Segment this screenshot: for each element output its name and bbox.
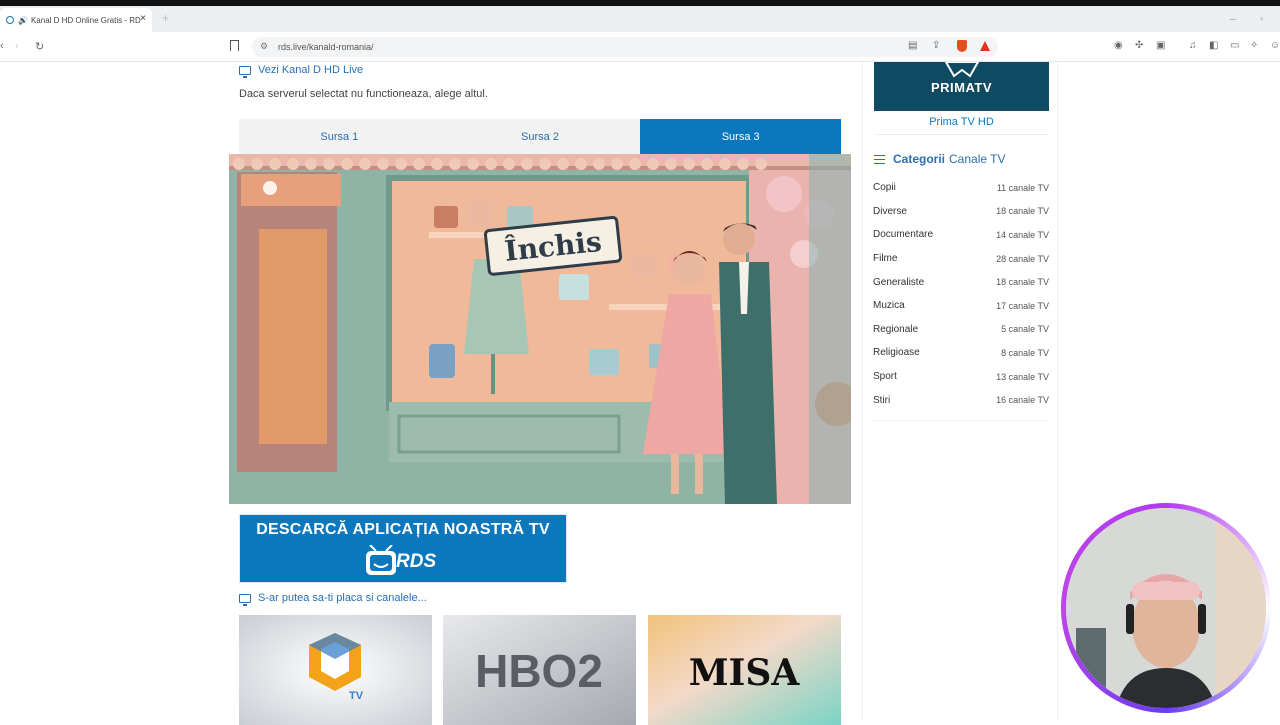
suggestions-heading-text: S-ar putea sa-ti placa si canalele... (258, 592, 427, 604)
prima-tv-featured[interactable]: PRIMATV (874, 62, 1049, 111)
category-count: 17 canale TV (996, 300, 1049, 311)
download-app-banner[interactable]: DESCARCĂ APLICAȚIA NOASTRĂ TV RDS (239, 514, 567, 583)
source-tab-3[interactable]: Sursa 3 (640, 119, 842, 154)
category-item[interactable]: Documentare 14 canale TV (873, 223, 1049, 247)
category-count: 13 canale TV (996, 371, 1049, 382)
categories-heading-light: Canale TV (949, 152, 1006, 166)
category-name[interactable]: Copii (873, 182, 896, 193)
source-tab-2[interactable]: Sursa 2 (440, 119, 641, 154)
category-name[interactable]: Religioase (873, 347, 920, 358)
divider (874, 134, 1049, 135)
category-name[interactable]: Regionale (873, 324, 918, 335)
monitor-icon (239, 65, 251, 78)
prima-tv-caption[interactable]: Prima TV HD (874, 116, 1049, 128)
forward-icon[interactable]: › (15, 40, 19, 52)
channel-thumb-misa[interactable]: MISA (648, 615, 841, 725)
category-item[interactable]: Religioase 8 canale TV (873, 341, 1049, 365)
extension-icon[interactable]: ◉ (1114, 40, 1123, 51)
divider (874, 420, 1049, 421)
category-item[interactable]: Muzica 17 canale TV (873, 294, 1049, 318)
u-tv-label: TV (349, 690, 364, 702)
live-heading-text: Vezi Kanal D HD Live (258, 64, 364, 76)
reload-icon[interactable]: ↻ (35, 40, 44, 53)
categories-heading-bold: Categorii (893, 152, 946, 166)
reader-mode-icon[interactable]: ▤ (908, 40, 917, 51)
video-frame: Închis (229, 154, 851, 504)
webcam-overlay (1061, 503, 1271, 713)
category-name[interactable]: Sport (873, 371, 897, 382)
category-item[interactable]: Generaliste 18 canale TV (873, 270, 1049, 294)
source-tabs: Sursa 1 Sursa 2 Sursa 3 (239, 119, 842, 154)
leo-ai-icon[interactable]: ✧ (1250, 40, 1258, 51)
misa-label: MISA (689, 652, 801, 694)
channel-thumb-u-tv[interactable]: TV (239, 615, 432, 725)
music-icon[interactable]: ♫ (1189, 40, 1197, 51)
rds-brand: RDS (396, 551, 437, 572)
brave-rewards-icon[interactable] (980, 41, 990, 51)
categories-heading: Categorii Canale TV (874, 152, 1006, 166)
favicon-icon (6, 16, 14, 24)
browser-toolbar: ‹ › ↻ ⚙ rds.live/kanald-romania/ ▤ ⇪ ◉ ✣… (0, 32, 1280, 62)
close-tab-icon[interactable]: × (140, 13, 146, 24)
category-name[interactable]: Stiri (873, 395, 890, 406)
category-count: 18 canale TV (996, 206, 1049, 217)
browser-tab[interactable]: 🔊 Kanal D HD Online Gratis - RD × (0, 8, 152, 32)
video-player[interactable]: Închis (229, 154, 851, 504)
suggestions-heading: S-ar putea sa-ti placa si canalele... (239, 592, 427, 606)
hbo2-logo: HBO2 (443, 615, 636, 725)
streamer-figure (1066, 508, 1266, 708)
puzzle-icon[interactable]: ✣ (1135, 40, 1143, 51)
prima-tv-logo-text: PRIMATV (930, 80, 993, 95)
misa-logo: MISA (648, 615, 841, 725)
category-count: 8 canale TV (1001, 347, 1049, 358)
category-name[interactable]: Diverse (873, 206, 907, 217)
tab-bar: 🔊 Kanal D HD Online Gratis - RD × + – ▫ (0, 6, 1280, 32)
download-app-headline: DESCARCĂ APLICAȚIA NOASTRĂ TV (256, 521, 550, 538)
hbo2-label: HBO2 (475, 645, 603, 697)
bookmark-icon[interactable] (230, 40, 239, 51)
category-count: 11 canale TV (996, 182, 1049, 193)
live-heading: Vezi Kanal D HD Live (239, 64, 364, 78)
url-text[interactable]: rds.live/kanald-romania/ (278, 42, 374, 52)
category-count: 5 canale TV (1001, 324, 1049, 335)
sidebar: PRIMATV Prima TV HD Categorii Canale TV … (862, 62, 1058, 720)
category-name[interactable]: Filme (873, 253, 897, 264)
category-count: 16 canale TV (996, 395, 1049, 406)
category-item[interactable]: Stiri 16 canale TV (873, 388, 1049, 412)
list-icon (874, 154, 885, 164)
server-hint: Daca serverul selectat nu functioneaza, … (239, 88, 488, 100)
source-tab-1[interactable]: Sursa 1 (239, 119, 440, 154)
category-name[interactable]: Muzica (873, 300, 905, 311)
brave-shield-icon[interactable] (957, 40, 967, 52)
restore-icon[interactable]: ▫ (1260, 14, 1264, 25)
back-icon[interactable]: ‹ (0, 40, 4, 52)
u-tv-logo: TV (239, 615, 432, 725)
category-count: 28 canale TV (996, 253, 1049, 264)
site-settings-icon[interactable]: ⚙ (260, 41, 268, 52)
sidebar-icon[interactable]: ◧ (1209, 40, 1218, 51)
new-tab-icon[interactable]: + (162, 11, 169, 25)
category-item[interactable]: Sport 13 canale TV (873, 365, 1049, 389)
category-name[interactable]: Generaliste (873, 277, 924, 288)
category-item[interactable]: Diverse 18 canale TV (873, 200, 1049, 224)
tab-title: Kanal D HD Online Gratis - RD (30, 15, 141, 25)
minimize-icon[interactable]: – (1230, 14, 1236, 25)
category-item[interactable]: Regionale 5 canale TV (873, 318, 1049, 342)
wallet-icon[interactable]: ▭ (1230, 40, 1239, 51)
webcam-feed (1066, 508, 1266, 708)
address-bar[interactable]: ⚙ rds.live/kanald-romania/ (252, 37, 998, 57)
share-icon[interactable]: ⇪ (932, 40, 940, 51)
audio-playing-icon[interactable]: 🔊 (18, 16, 28, 25)
channel-thumb-hbo2[interactable]: HBO2 (443, 615, 636, 725)
category-item[interactable]: Copii 11 canale TV (873, 176, 1049, 200)
category-count: 18 canale TV (996, 277, 1049, 288)
category-list: Copii 11 canale TV Diverse 18 canale TV Do… (873, 176, 1049, 412)
profile-icon[interactable]: ☺ (1270, 40, 1280, 51)
suggested-channels: TV HBO2 MISA (239, 615, 841, 725)
monitor-icon (239, 593, 251, 606)
category-count: 14 canale TV (996, 229, 1049, 240)
category-item[interactable]: Filme 28 canale TV (873, 247, 1049, 271)
category-name[interactable]: Documentare (873, 229, 933, 240)
screenshot-icon[interactable]: ▣ (1156, 40, 1165, 51)
